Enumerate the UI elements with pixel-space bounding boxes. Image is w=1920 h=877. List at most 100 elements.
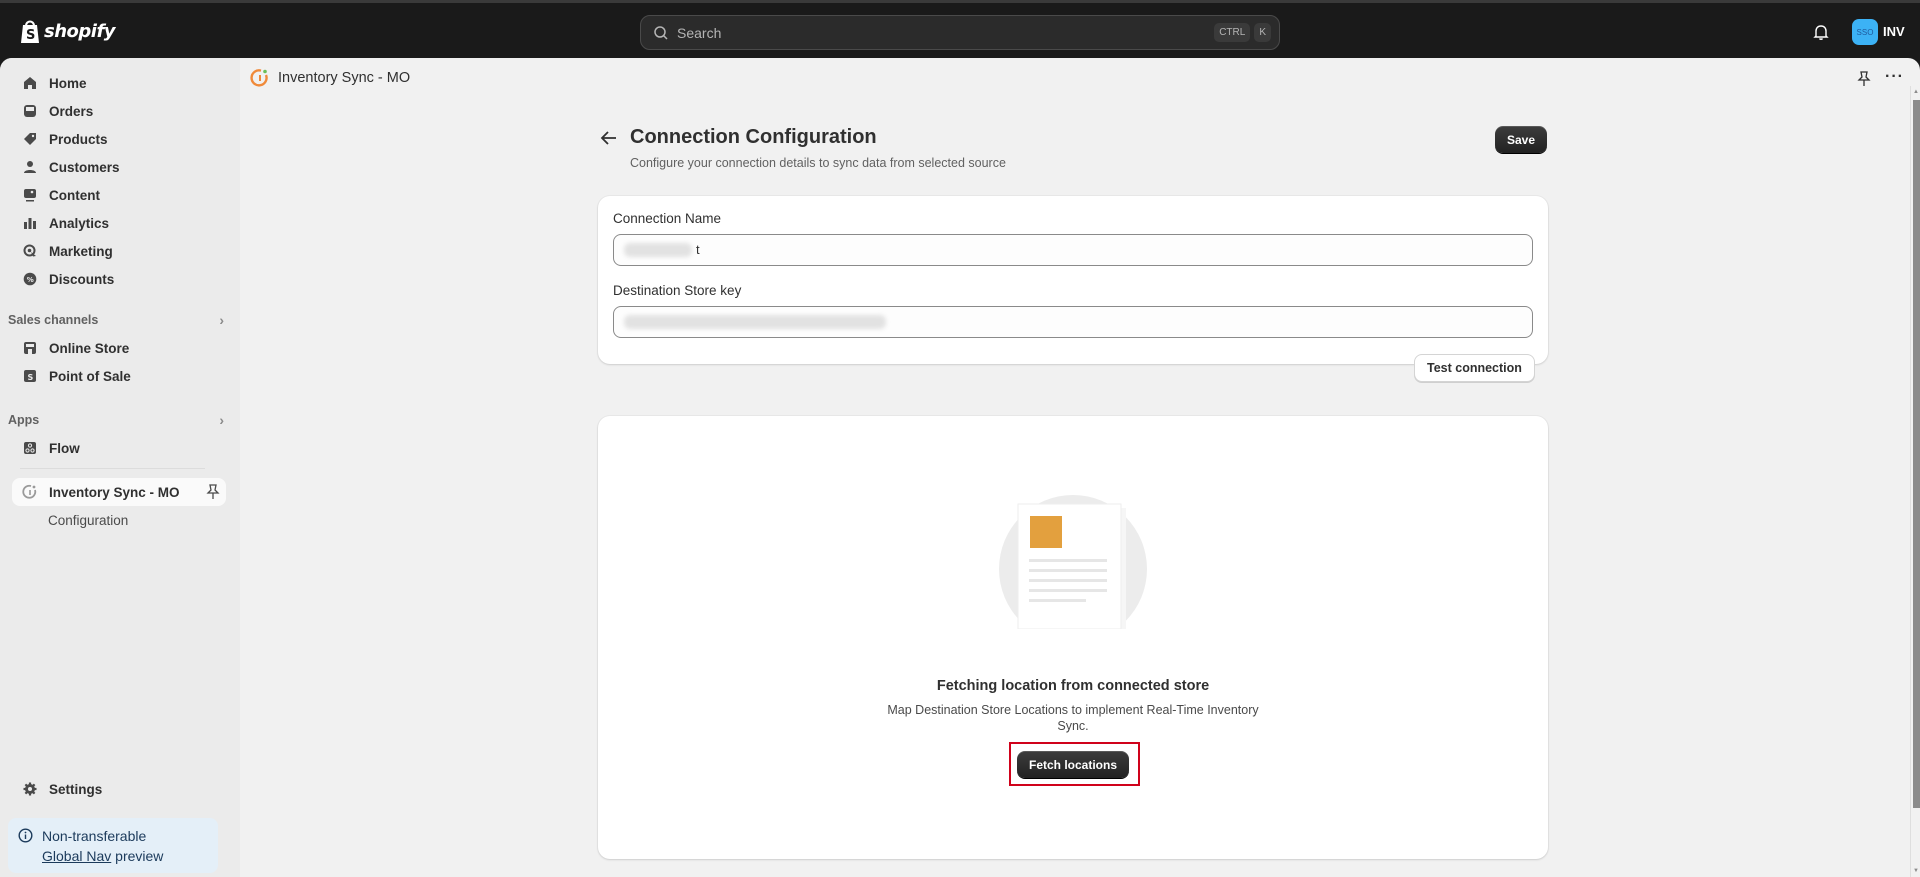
inbox-icon	[22, 103, 38, 119]
info-icon	[18, 828, 33, 843]
sidebar-item-home[interactable]: Home	[12, 69, 226, 97]
empty-state-description: Map Destination Store Locations to imple…	[887, 703, 1259, 733]
connection-name-value-tail: t	[696, 242, 700, 257]
pin-icon[interactable]	[206, 484, 220, 500]
inventory-sync-app-icon	[250, 69, 268, 87]
sidebar-item-configuration[interactable]: Configuration	[12, 506, 226, 534]
sidebar-item-label: Products	[49, 131, 108, 147]
search-icon	[654, 25, 668, 40]
sidebar-item-online-store[interactable]: Online Store	[12, 334, 226, 362]
document-illustration-icon	[999, 495, 1147, 629]
shortcut-key-k: K	[1254, 23, 1271, 42]
fetch-locations-button[interactable]: Fetch locations	[1017, 751, 1129, 778]
sidebar-item-inventory-sync[interactable]: Inventory Sync - MO	[12, 478, 226, 506]
inventory-sync-app-icon	[22, 484, 38, 500]
sidebar-item-label: Point of Sale	[49, 368, 131, 384]
empty-state-title: Fetching location from connected store	[936, 678, 1210, 694]
person-icon	[22, 159, 38, 175]
global-nav-preview-notice: Non-transferable Global Nav preview	[8, 818, 218, 873]
store-name[interactable]: INV	[1883, 24, 1905, 39]
sidebar-item-label: Configuration	[48, 512, 129, 528]
admin-shell: Home Orders Products Customers Content A…	[0, 58, 1920, 877]
shopify-bag-icon: S	[21, 20, 39, 43]
sidebar-item-label: Home	[49, 75, 87, 91]
sidebar-item-label: Inventory Sync - MO	[49, 484, 180, 500]
store-icon	[22, 340, 38, 356]
top-bar: S shopify Search CTRL K SSO INV	[0, 0, 1920, 58]
more-actions-icon[interactable]: ···	[1885, 68, 1904, 86]
redacted-value	[624, 243, 692, 257]
section-label-apps: Apps	[8, 413, 40, 427]
image-icon	[22, 187, 38, 203]
sidebar-item-point-of-sale[interactable]: S Point of Sale	[12, 362, 226, 390]
apps-section[interactable]: Apps ›	[8, 412, 224, 428]
app-title-text: Inventory Sync - MO	[278, 70, 411, 86]
app-header-title: Inventory Sync - MO	[250, 68, 410, 88]
connection-name-label: Connection Name	[613, 211, 722, 226]
sidebar-item-flow[interactable]: Flow	[12, 434, 226, 462]
sidebar-item-label: Settings	[49, 781, 103, 797]
connection-form-card: Connection Name t Destination Store key …	[598, 196, 1548, 382]
global-nav-link[interactable]: Global Nav	[42, 848, 111, 864]
scroll-down-arrow-icon[interactable]: ▼	[1912, 868, 1920, 874]
section-label-sales-channels: Sales channels	[8, 313, 99, 327]
main-content: Inventory Sync - MO ··· Connection Confi…	[240, 58, 1920, 877]
sidebar-item-customers[interactable]: Customers	[12, 153, 226, 181]
search-placeholder: Search	[677, 24, 722, 41]
chevron-right-icon[interactable]: ›	[219, 312, 224, 328]
test-connection-button[interactable]: Test connection	[1414, 354, 1535, 382]
connection-name-input[interactable]: t	[613, 234, 1533, 266]
sidebar-item-label: Orders	[49, 103, 94, 119]
discount-icon: %	[22, 271, 38, 287]
scroll-up-arrow-icon[interactable]: ▲	[1912, 89, 1920, 95]
search-input[interactable]: Search CTRL K	[640, 15, 1280, 50]
sidebar-item-marketing[interactable]: Marketing	[12, 237, 226, 265]
sidebar: Home Orders Products Customers Content A…	[0, 58, 240, 877]
sidebar-item-label: Online Store	[49, 340, 130, 356]
sidebar-divider	[20, 468, 205, 469]
sidebar-item-settings[interactable]: Settings	[12, 775, 226, 803]
gear-icon	[22, 781, 38, 797]
back-arrow-icon[interactable]	[600, 130, 618, 146]
notice-suffix: preview	[111, 848, 164, 864]
sidebar-item-label: Customers	[49, 159, 120, 175]
brand-wordmark: shopify	[44, 20, 116, 42]
destination-store-key-input[interactable]	[613, 306, 1533, 338]
home-icon	[22, 75, 38, 91]
destination-store-key-label: Destination Store key	[613, 283, 742, 298]
sidebar-item-content[interactable]: Content	[12, 181, 226, 209]
pin-icon[interactable]	[1857, 71, 1871, 87]
shortcut-key-ctrl: CTRL	[1214, 23, 1251, 42]
locations-card: Fetching location from connected store M…	[598, 416, 1548, 859]
save-button[interactable]: Save	[1495, 126, 1547, 153]
sidebar-item-label: Analytics	[49, 215, 110, 231]
svg-text:S: S	[26, 28, 35, 43]
sidebar-item-label: Marketing	[49, 243, 113, 259]
flow-icon	[22, 440, 38, 456]
sales-channels-section[interactable]: Sales channels ›	[8, 312, 224, 328]
notice-line-1: Non-transferable	[42, 828, 147, 844]
sidebar-item-analytics[interactable]: Analytics	[12, 209, 226, 237]
sidebar-item-label: Flow	[49, 440, 80, 456]
bar-chart-icon	[22, 215, 38, 231]
svg-text:S: S	[28, 373, 34, 382]
chevron-right-icon[interactable]: ›	[219, 412, 224, 428]
sidebar-item-label: Discounts	[49, 271, 115, 287]
target-icon	[22, 243, 38, 259]
scrollbar-thumb[interactable]	[1913, 100, 1920, 808]
avatar[interactable]: SSO	[1852, 19, 1878, 45]
sidebar-item-products[interactable]: Products	[12, 125, 226, 153]
pos-icon: S	[22, 368, 38, 384]
page-subtitle: Configure your connection details to syn…	[630, 156, 1006, 170]
scrollbar[interactable]: ▲ ▼	[1910, 86, 1920, 877]
shopify-logo[interactable]: S shopify	[19, 18, 116, 44]
tag-icon	[22, 131, 38, 147]
fetch-highlight-box: Fetch locations	[1009, 742, 1140, 786]
redacted-value	[624, 315, 886, 329]
sidebar-item-discounts[interactable]: % Discounts	[12, 265, 226, 293]
sidebar-item-orders[interactable]: Orders	[12, 97, 226, 125]
svg-text:%: %	[27, 276, 34, 284]
page-title: Connection Configuration	[630, 126, 877, 148]
notice-line-2: Global Nav preview	[42, 846, 208, 866]
bell-icon[interactable]	[1812, 23, 1830, 41]
